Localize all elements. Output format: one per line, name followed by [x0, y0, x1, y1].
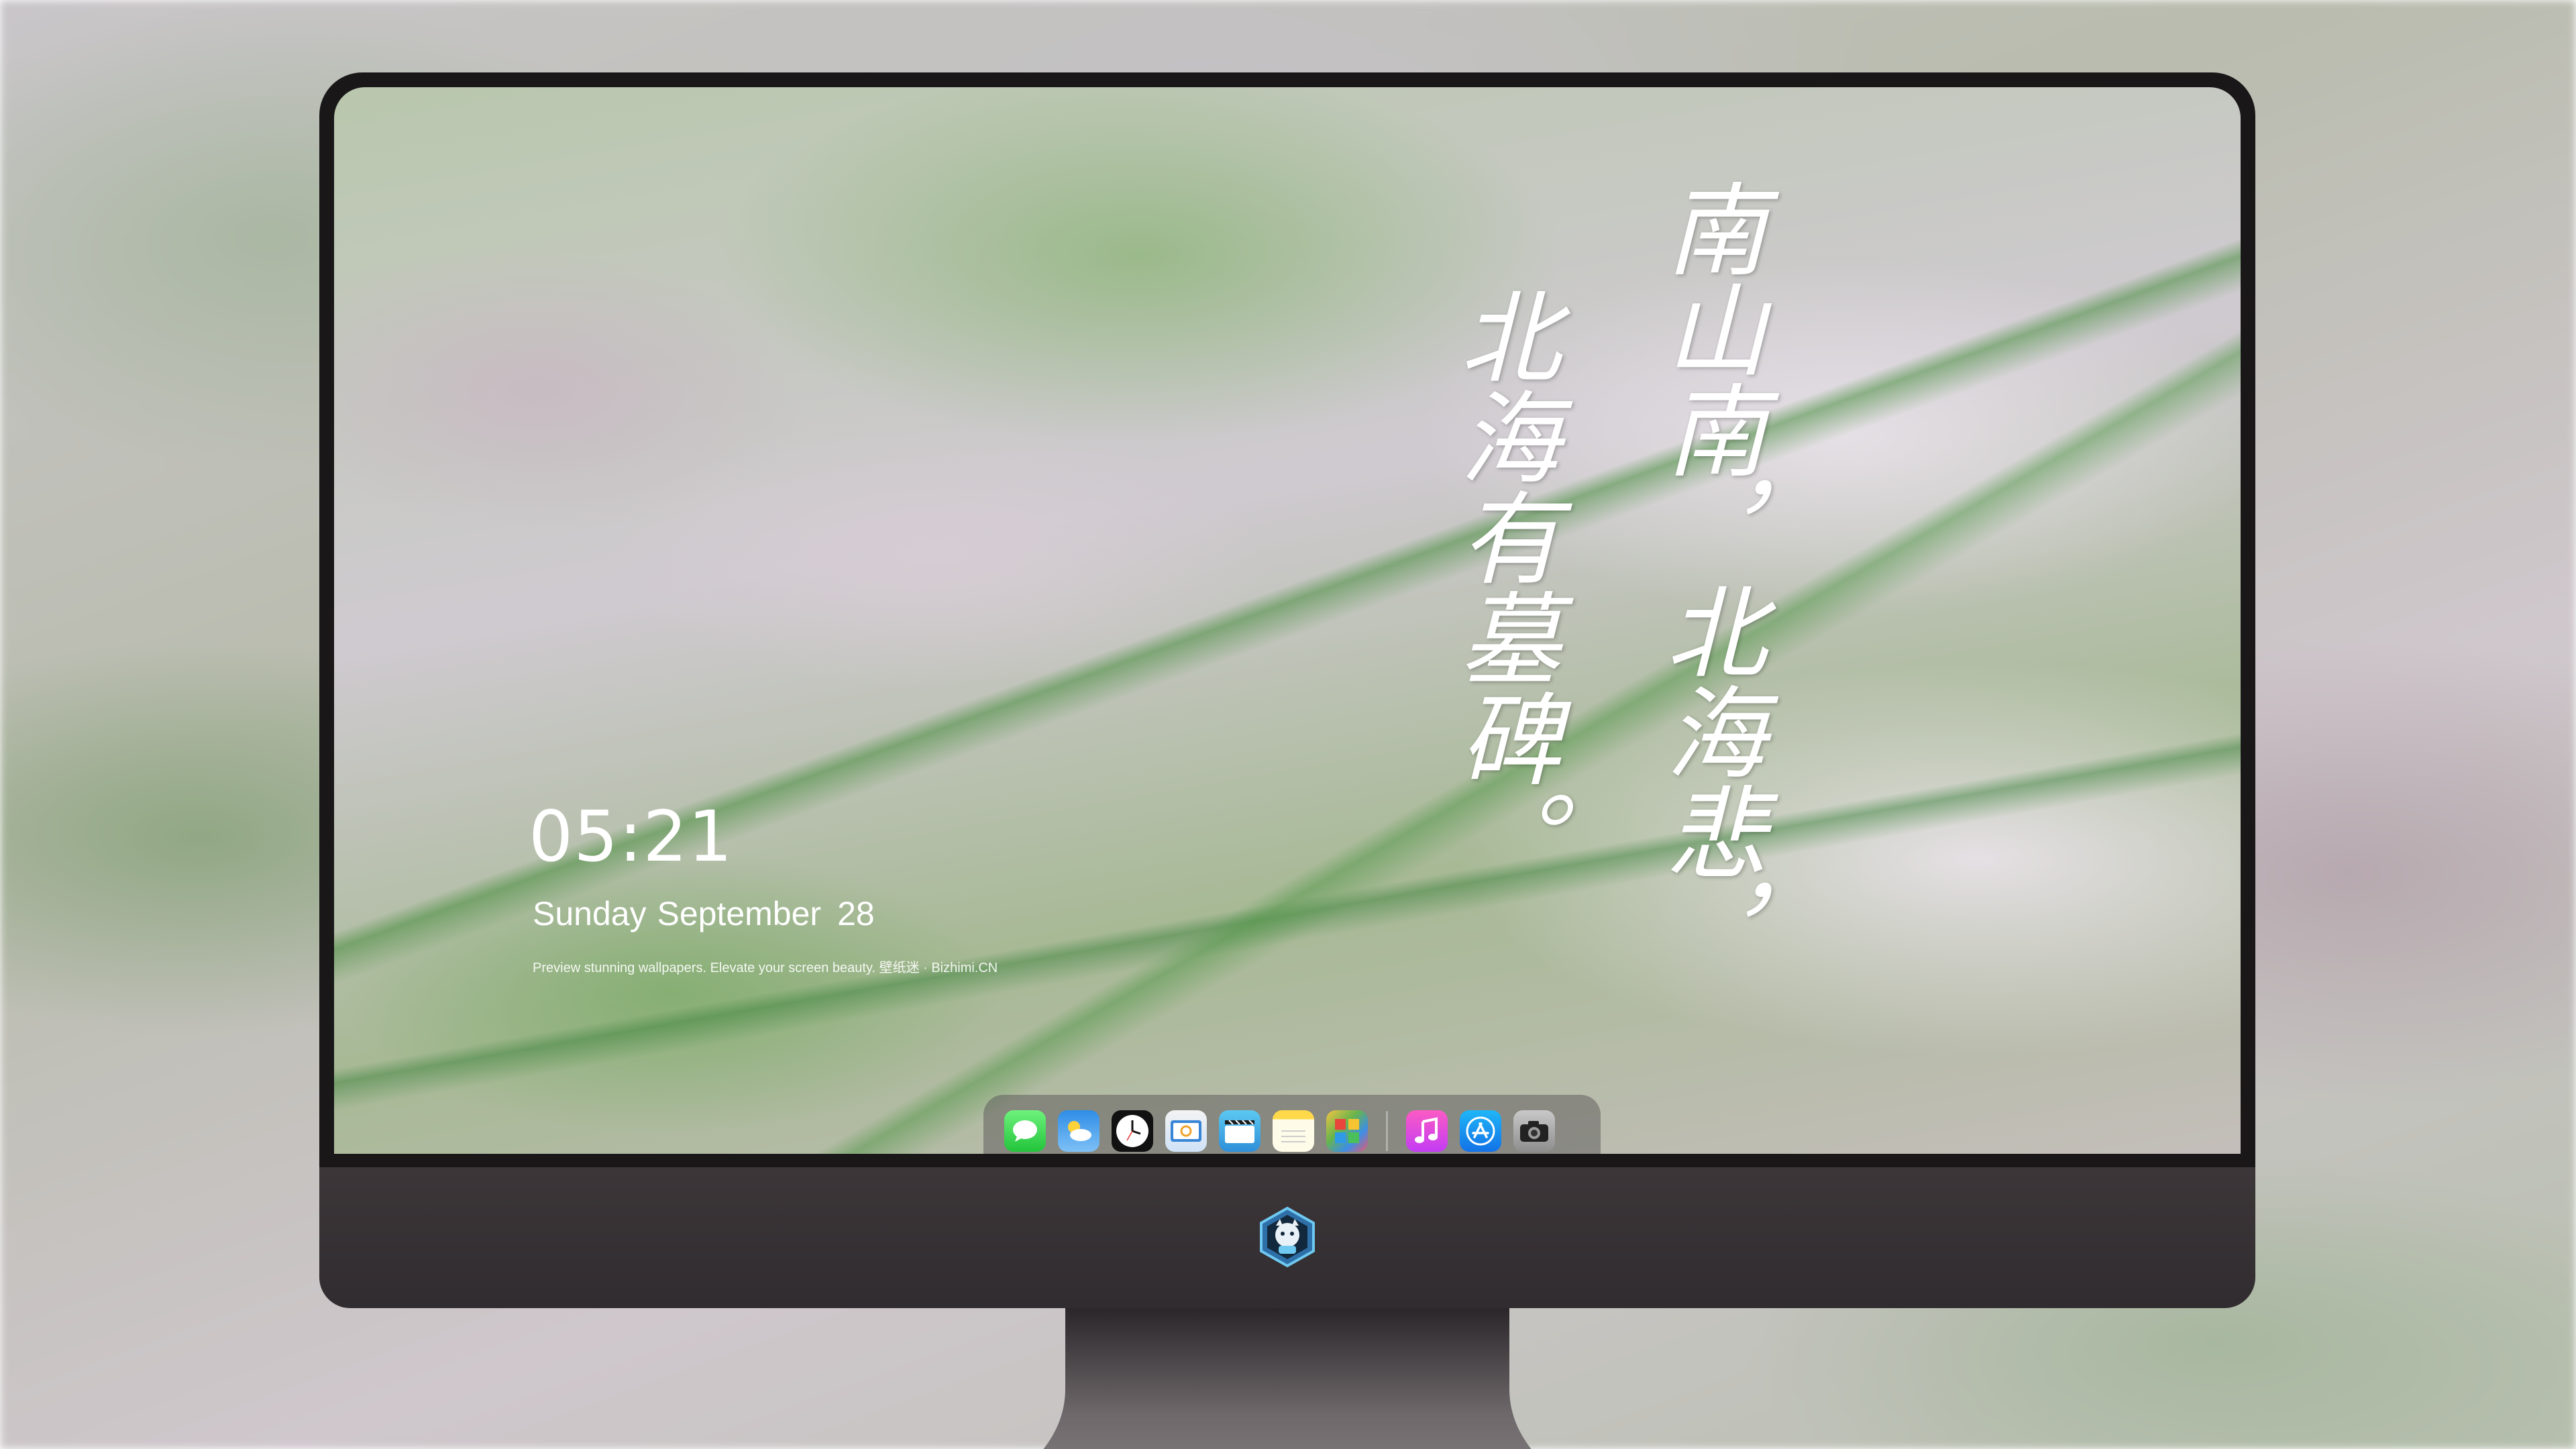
dock-separator [1386, 1111, 1388, 1151]
weather-icon[interactable] [1058, 1110, 1099, 1152]
video-icon[interactable] [1219, 1110, 1260, 1152]
lock-clock: 05:21 [529, 796, 733, 877]
camera-icon[interactable] [1513, 1110, 1555, 1152]
wallpaper-caption: Preview stunning wallpapers. Elevate you… [533, 961, 998, 975]
lock-date-day: 28 [837, 895, 875, 932]
clock-icon[interactable] [1112, 1110, 1153, 1152]
music-icon[interactable] [1406, 1110, 1448, 1152]
lock-date: Sunday September 28 [533, 894, 875, 933]
notes-icon[interactable] [1273, 1110, 1314, 1152]
desktop-screen: 南山南，北海悲， 北海有墓碑。 05:21 Sunday September 28… [334, 87, 2241, 1154]
poem-column-1: 南山南，北海悲， [1649, 178, 1766, 983]
monitor: 南山南，北海悲， 北海有墓碑。 05:21 Sunday September 28… [319, 72, 2255, 1449]
photos-icon[interactable] [1326, 1110, 1368, 1152]
monitor-bezel: 南山南，北海悲， 北海有墓碑。 05:21 Sunday September 28… [319, 72, 2255, 1167]
finder-icon[interactable] [1165, 1110, 1207, 1152]
poem-column-2: 北海有墓碑。 [1443, 285, 1560, 889]
app-store-icon[interactable] [1460, 1110, 1501, 1152]
messages-icon[interactable] [1004, 1110, 1046, 1152]
lock-date-weekday-month: Sunday September [533, 895, 822, 932]
bizhimi-logo-icon [1256, 1205, 1319, 1269]
dock [983, 1095, 1601, 1154]
monitor-stand [1043, 1308, 1532, 1449]
